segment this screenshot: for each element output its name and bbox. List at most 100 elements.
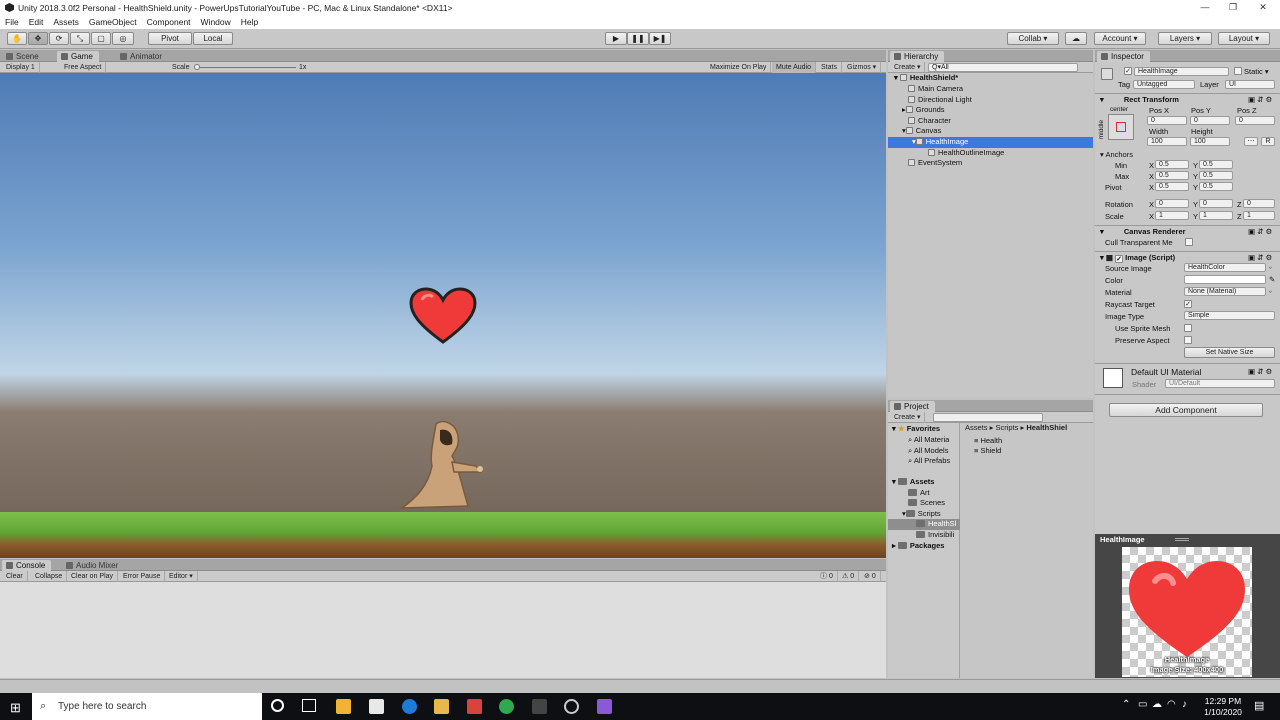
tab-inspector[interactable]: Inspector bbox=[1097, 51, 1150, 62]
tab-project[interactable]: Project bbox=[890, 401, 935, 412]
maximize-on-play-toggle[interactable]: Maximize On Play bbox=[706, 62, 772, 73]
transform-tool-icon[interactable]: ◎ bbox=[112, 32, 134, 45]
fav-item[interactable]: ⌕ All Prefabs bbox=[888, 456, 960, 467]
warning-count[interactable]: ⚠ 0 bbox=[838, 571, 860, 582]
active-checkbox[interactable]: ✓ bbox=[1124, 67, 1132, 75]
asset-folder-art[interactable]: Art bbox=[888, 488, 960, 499]
layout-dropdown[interactable]: Layout ▾ bbox=[1218, 32, 1270, 45]
clear-on-play-toggle[interactable]: Clear on Play bbox=[67, 571, 119, 582]
anchor-preset-icon[interactable] bbox=[1108, 114, 1134, 140]
task-view-icon[interactable] bbox=[302, 699, 316, 712]
asset-folder-invisibility[interactable]: Invisibili bbox=[888, 530, 960, 541]
hierarchy-item-directional-light[interactable]: Directional Light bbox=[888, 95, 1093, 106]
asset-folder-healthshield[interactable]: HealthSl bbox=[888, 519, 960, 530]
material-field[interactable]: None (Material) bbox=[1184, 287, 1266, 296]
scale-slider[interactable] bbox=[196, 67, 296, 68]
cull-checkbox[interactable] bbox=[1185, 238, 1193, 246]
gizmos-dropdown[interactable]: Gizmos ▾ bbox=[843, 62, 882, 73]
pause-button[interactable]: ❚❚ bbox=[627, 32, 649, 45]
rotate-tool-icon[interactable]: ⟳ bbox=[49, 32, 69, 45]
cloud-icon[interactable]: ☁ bbox=[1065, 32, 1087, 45]
posz-field[interactable]: 0 bbox=[1235, 116, 1275, 125]
posx-field[interactable]: 0 bbox=[1147, 116, 1187, 125]
maximize-icon[interactable]: ❐ bbox=[1218, 0, 1248, 15]
hierarchy-create-dropdown[interactable]: Create ▾ bbox=[890, 62, 926, 73]
volume-icon[interactable]: ♪ bbox=[1182, 699, 1187, 710]
image-enabled-checkbox[interactable]: ✓ bbox=[1115, 255, 1124, 263]
component-menu-icon[interactable]: ▣ ⇵ ⚙ bbox=[1248, 253, 1272, 262]
tab-scene[interactable]: Scene bbox=[2, 51, 45, 62]
move-tool-icon[interactable]: ✥ bbox=[28, 32, 48, 45]
posy-field[interactable]: 0 bbox=[1190, 116, 1230, 125]
scene-root-item[interactable]: ▾ HealthShield* bbox=[888, 73, 1093, 84]
pivot-x-field[interactable]: 0.5 bbox=[1155, 182, 1189, 191]
display-dropdown[interactable]: Display 1 bbox=[2, 62, 40, 73]
image-header[interactable]: ▾ ▦ ✓ Image (Script) bbox=[1100, 253, 1175, 263]
menu-file[interactable]: File bbox=[5, 17, 19, 27]
tray-chevron-icon[interactable]: ⌃ bbox=[1122, 699, 1130, 710]
scale-z-field[interactable]: 1 bbox=[1243, 211, 1275, 220]
pivot-toggle[interactable]: Pivot bbox=[148, 32, 192, 45]
asset-folder-scenes[interactable]: Scenes bbox=[888, 498, 960, 509]
taskbar-time[interactable]: 12:29 PM bbox=[1200, 696, 1246, 706]
width-field[interactable]: 100 bbox=[1147, 137, 1187, 146]
scale-x-field[interactable]: 1 bbox=[1155, 211, 1189, 220]
scale-slider-thumb[interactable] bbox=[194, 64, 200, 70]
layers-dropdown[interactable]: Layers ▾ bbox=[1158, 32, 1212, 45]
local-toggle[interactable]: Local bbox=[193, 32, 233, 45]
packages-item[interactable]: ▸ Packages bbox=[888, 541, 960, 552]
breadcrumb-item[interactable]: HealthShiel bbox=[1026, 423, 1067, 432]
menu-assets[interactable]: Assets bbox=[53, 17, 79, 27]
tab-animator[interactable]: Animator bbox=[116, 51, 168, 62]
mute-audio-toggle[interactable]: Mute Audio bbox=[772, 62, 817, 73]
hierarchy-item-grounds[interactable]: ▸ Grounds bbox=[888, 105, 1093, 116]
play-button[interactable]: ▶ bbox=[605, 32, 627, 45]
min-y-field[interactable]: 0.5 bbox=[1199, 160, 1233, 169]
rect-tool-icon[interactable]: ▢ bbox=[91, 32, 111, 45]
stats-toggle[interactable]: Stats bbox=[817, 62, 842, 73]
game-viewport[interactable] bbox=[0, 73, 886, 558]
file-item[interactable]: ≡ Health bbox=[974, 436, 1074, 447]
hierarchy-item-character[interactable]: Character bbox=[888, 116, 1093, 127]
hierarchy-item-healthoutlineimage[interactable]: HealthOutlineImage bbox=[888, 148, 1093, 159]
editor-dropdown[interactable]: Editor ▾ bbox=[165, 571, 198, 582]
scale-tool-icon[interactable]: ⤡ bbox=[70, 32, 90, 45]
max-y-field[interactable]: 0.5 bbox=[1199, 171, 1233, 180]
chrome-icon[interactable] bbox=[499, 699, 514, 714]
canvas-renderer-header[interactable]: ▾ Canvas Renderer bbox=[1100, 227, 1186, 236]
step-button[interactable]: ▶❚ bbox=[649, 32, 671, 45]
sprite-mesh-checkbox[interactable] bbox=[1184, 324, 1192, 332]
taskbar-date[interactable]: 1/10/2020 bbox=[1200, 707, 1246, 717]
component-menu-icon[interactable]: ▣ ⇵ ⚙ bbox=[1248, 227, 1272, 236]
menu-component[interactable]: Component bbox=[147, 17, 191, 27]
component-menu-icon[interactable]: ▣ ⇵ ⚙ bbox=[1248, 367, 1272, 376]
drag-handle-icon[interactable] bbox=[1175, 538, 1189, 541]
hierarchy-search-input[interactable]: Q▾All bbox=[928, 63, 1078, 72]
anchors-foldout[interactable]: ▾ Anchors bbox=[1100, 150, 1133, 159]
mail-icon[interactable] bbox=[369, 699, 384, 714]
static-dropdown[interactable]: Static ▾ bbox=[1244, 67, 1269, 76]
fav-item[interactable]: ⌕ All Materia bbox=[888, 435, 960, 446]
hierarchy-item-main-camera[interactable]: Main Camera bbox=[888, 84, 1093, 95]
raw-edit-button[interactable]: R bbox=[1261, 137, 1275, 146]
store-icon[interactable] bbox=[336, 699, 351, 714]
file-explorer-icon[interactable] bbox=[434, 699, 449, 714]
hierarchy-item-eventsystem[interactable]: EventSystem bbox=[888, 158, 1093, 169]
object-picker-icon[interactable]: ◦ bbox=[1269, 263, 1272, 272]
hand-tool-icon[interactable]: ✋ bbox=[7, 32, 27, 45]
menu-edit[interactable]: Edit bbox=[29, 17, 44, 27]
menu-gameobject[interactable]: GameObject bbox=[89, 17, 137, 27]
assets-item[interactable]: ▾ Assets bbox=[888, 477, 960, 488]
tab-audio-mixer[interactable]: Audio Mixer bbox=[62, 560, 124, 571]
clear-button[interactable]: Clear bbox=[2, 571, 28, 582]
object-picker-icon[interactable]: ◦ bbox=[1269, 287, 1272, 296]
hierarchy-item-canvas[interactable]: ▾ Canvas bbox=[888, 126, 1093, 137]
blueprint-icon[interactable]: ⋯ bbox=[1244, 137, 1258, 146]
unity-taskbar-icon[interactable] bbox=[532, 699, 547, 714]
network-icon[interactable]: ▭ bbox=[1138, 699, 1147, 710]
file-item[interactable]: ≡ Shield bbox=[974, 446, 1074, 457]
set-native-size-button[interactable]: Set Native Size bbox=[1184, 347, 1275, 358]
collapse-toggle[interactable]: Collapse bbox=[31, 571, 68, 582]
height-field[interactable]: 100 bbox=[1190, 137, 1230, 146]
breadcrumb-item[interactable]: Assets bbox=[965, 423, 988, 432]
